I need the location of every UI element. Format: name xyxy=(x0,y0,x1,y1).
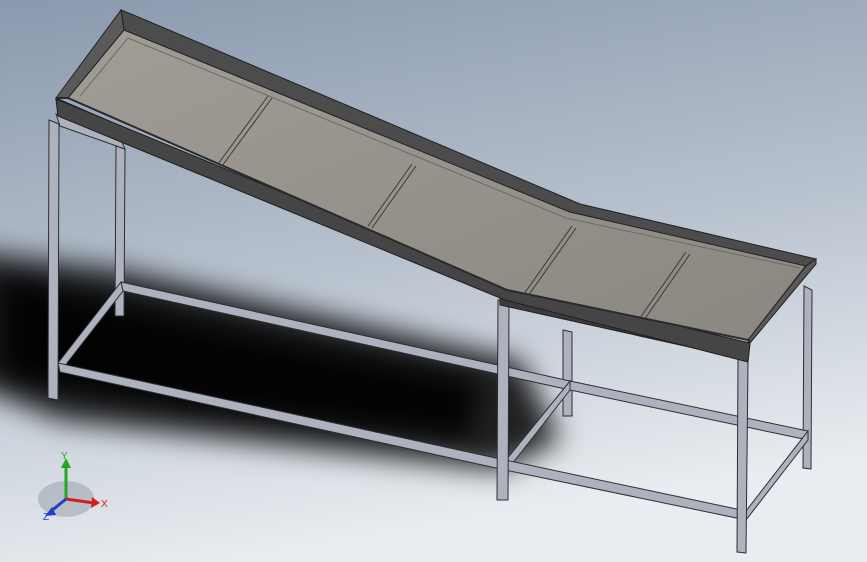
leg-front-right[interactable] xyxy=(736,356,749,554)
cad-scene[interactable]: Y X Z xyxy=(0,0,867,562)
triad-y-label: Y xyxy=(61,451,68,462)
leg-front-middle[interactable] xyxy=(496,299,510,501)
leg-front-left[interactable] xyxy=(47,119,60,401)
3d-viewport[interactable]: Y X Z xyxy=(0,0,867,562)
triad-z-label: Z xyxy=(43,512,49,523)
leg-back-right[interactable] xyxy=(562,329,573,417)
triad-x-label: X xyxy=(101,499,108,510)
